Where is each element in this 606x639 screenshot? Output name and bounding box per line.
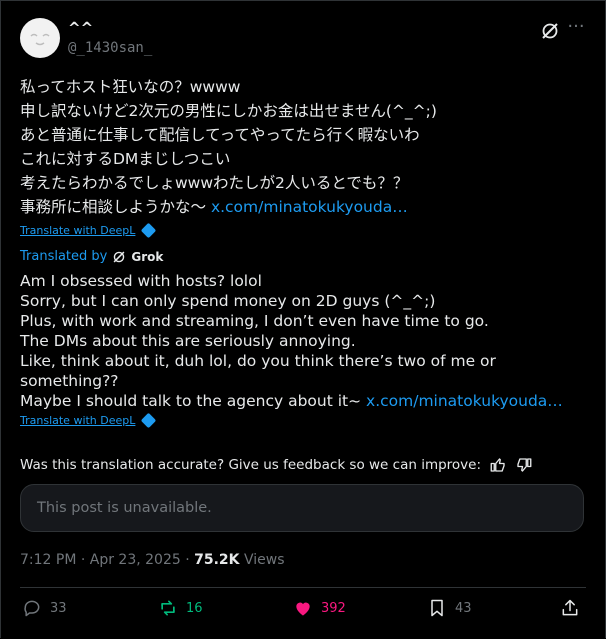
grok-label[interactable]: Grok	[131, 250, 163, 264]
reply-count: 33	[50, 600, 67, 616]
more-options-icon[interactable]: ···	[566, 18, 586, 38]
feedback-text: Was this translation accurate? Give us f…	[20, 457, 482, 473]
bookmark-button[interactable]: 43	[427, 598, 472, 618]
grok-icon[interactable]	[540, 21, 560, 41]
like-button[interactable]: 392	[293, 598, 346, 618]
translation-feedback: Was this translation accurate? Give us f…	[20, 456, 533, 474]
unavailable-text: This post is unavailable.	[37, 500, 212, 516]
translate-deepl-label: Translate with DeepL	[20, 414, 136, 427]
thumbs-down-icon[interactable]	[515, 456, 533, 474]
repost-button[interactable]: 16	[158, 598, 203, 618]
post-line: 考えたらわかるでしょwwwわたしが2人いるとでも？？	[20, 174, 409, 192]
divider	[20, 587, 586, 588]
display-name[interactable]: ^^	[68, 19, 93, 37]
post-meta: 7:12 PM · Apr 23, 2025 · 75.2K Views	[20, 552, 284, 568]
thumbs-up-icon[interactable]	[489, 456, 507, 474]
post-line: 私ってホスト狂いなの？wwww	[20, 78, 241, 96]
translated-line: Maybe I should talk to the agency about …	[20, 392, 367, 410]
translated-by: Translated by Grok	[20, 249, 163, 264]
translated-line: Plus, with work and streaming, I don’t e…	[20, 312, 489, 330]
translated-line: The DMs about this are seriously annoyin…	[20, 332, 356, 350]
like-count: 392	[321, 600, 346, 616]
user-handle[interactable]: @_1430san_	[68, 40, 152, 56]
smile-face-icon	[30, 33, 50, 46]
reply-button[interactable]: 33	[22, 598, 67, 618]
views-label: Views	[239, 552, 285, 568]
post-timestamp[interactable]: 7:12 PM · Apr 23, 2025 ·	[20, 552, 194, 568]
deepl-icon	[141, 412, 157, 429]
post-line: これに対するDMまじしつこい	[20, 150, 231, 168]
translated-line: Like, think about it, duh lol, do you th…	[20, 352, 496, 370]
grok-icon	[113, 251, 125, 262]
post-text: 私ってホスト狂いなの？wwww 申し訳ないけど2次元の男性にしかお金は出せません…	[20, 75, 590, 219]
share-icon	[562, 599, 578, 616]
translated-by-label: Translated by	[20, 249, 108, 264]
reply-icon	[24, 600, 40, 617]
translate-deepl-link[interactable]: Translate with DeepL	[20, 412, 157, 429]
share-button[interactable]	[560, 598, 580, 618]
avatar[interactable]	[20, 18, 60, 58]
bookmark-icon	[431, 599, 443, 617]
action-bar: 33 16 392 43	[20, 598, 586, 624]
post-line-with-link: 事務所に相談しようかな〜 x.com/minatokukyouda…	[20, 195, 590, 219]
translated-link[interactable]: x.com/minatokukyouda…	[366, 392, 563, 410]
post-line: 事務所に相談しようかな〜	[20, 198, 211, 216]
translated-line: something??	[20, 372, 119, 390]
views-count: 75.2K	[194, 552, 240, 568]
deepl-icon	[141, 222, 157, 239]
translated-line: Am I obsessed with hosts? lolol	[20, 272, 262, 290]
post-line: 申し訳ないけど2次元の男性にしかお金は出せません(^_^;)	[20, 102, 437, 120]
repost-count: 16	[186, 600, 203, 616]
unavailable-quote-card: This post is unavailable.	[20, 484, 584, 532]
bookmark-count: 43	[455, 600, 472, 616]
translated-line-with-link: Maybe I should talk to the agency about …	[20, 391, 590, 411]
repost-icon	[161, 600, 175, 616]
translated-line: Sorry, but I can only spend money on 2D …	[20, 292, 436, 310]
translated-text: Am I obsessed with hosts? lolol Sorry, b…	[20, 271, 590, 411]
heart-icon	[296, 602, 310, 616]
translate-deepl-link[interactable]: Translate with DeepL	[20, 222, 157, 239]
post-line: あと普通に仕事して配信してってやってたら行く暇ないわ	[20, 126, 420, 144]
post-link[interactable]: x.com/minatokukyouda…	[211, 198, 408, 216]
translate-deepl-label: Translate with DeepL	[20, 224, 136, 237]
